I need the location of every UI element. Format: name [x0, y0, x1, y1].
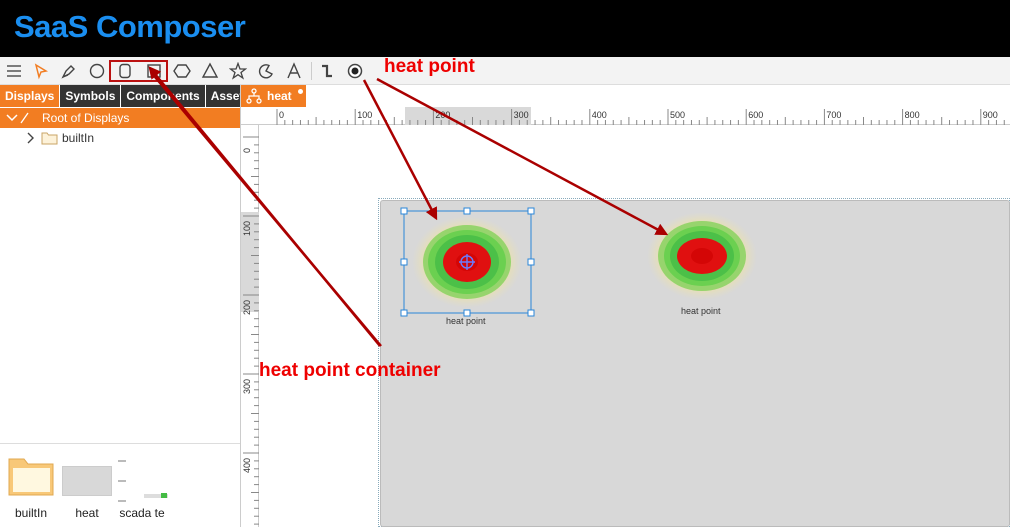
tab-displays[interactable]: Displays [0, 85, 61, 107]
star-icon[interactable] [227, 61, 249, 81]
sidebar-tabs: Displays Symbols Components Assets [0, 85, 256, 107]
vertical-ruler: 0 100 200 300 400 [241, 125, 259, 527]
thumbnail-builtin[interactable]: builtIn [8, 454, 54, 520]
ruler-label: 100 [357, 110, 373, 120]
ruler-label: 700 [826, 110, 842, 120]
ruler-label: 500 [670, 110, 686, 120]
ruler-label: 200 [242, 299, 252, 315]
thumbnail-label: scada te [119, 506, 165, 520]
app-title: SaaS Composer [14, 9, 246, 44]
horizontal-ruler: 0 100 200 300 400 500 600 700 800 900 [241, 107, 1010, 125]
unsaved-dot [298, 89, 303, 94]
app-window: SaaS Composer heat point Displays Symbol… [0, 0, 1010, 527]
thumbnail-preview [118, 460, 168, 502]
ruler-label: 200 [435, 110, 451, 120]
shape-tools-highlight [109, 60, 168, 82]
tree-root-row[interactable]: Root of Displays [0, 108, 240, 128]
tree-item[interactable]: builtIn [0, 129, 240, 147]
text-icon[interactable] [283, 61, 305, 81]
thumbnail-heat[interactable]: heat [62, 454, 112, 520]
ruler-label: 900 [982, 110, 998, 120]
ruler-label: 0 [242, 147, 252, 153]
ruler-label: 300 [513, 110, 529, 120]
tab-symbols[interactable]: Symbols [60, 85, 122, 107]
toolbar-separator [311, 62, 312, 80]
heat-point-label: heat point [681, 306, 721, 316]
hexagon-icon[interactable] [171, 61, 193, 81]
circle-icon[interactable] [86, 61, 108, 81]
thumbnail-label: heat [75, 506, 99, 520]
tab-components[interactable]: Components [121, 85, 206, 107]
display-thumbnails: builtIn heat scada te [0, 443, 240, 527]
app-header: SaaS Composer [0, 0, 1010, 57]
connector-icon[interactable] [316, 61, 338, 81]
arc-icon[interactable] [255, 61, 277, 81]
thumbnail-preview [62, 466, 112, 496]
menu-icon[interactable] [3, 61, 25, 81]
folder-icon [8, 458, 54, 496]
folder-icon [41, 131, 58, 150]
chevron-right-icon[interactable] [25, 129, 37, 152]
tree-root-label: Root of Displays [42, 111, 130, 125]
pointer-icon[interactable] [30, 61, 52, 81]
heat-point-label: heat point [446, 316, 486, 326]
file-tab-heat[interactable]: heat [241, 85, 306, 107]
ruler-label: 0 [279, 110, 285, 120]
thumbnail-label: builtIn [14, 506, 48, 520]
ruler-label: 800 [904, 110, 920, 120]
heat-point-icon[interactable] [344, 61, 366, 81]
tree-item-label: builtIn [62, 131, 95, 145]
pen-icon[interactable] [58, 61, 80, 81]
ruler-label: 400 [591, 110, 607, 120]
heat-point-container-annotation: heat point container [259, 360, 441, 381]
file-tab-label: heat [267, 89, 292, 103]
ruler-label: 100 [242, 220, 252, 236]
ruler-label: 300 [242, 378, 252, 394]
triangle-icon[interactable] [199, 61, 221, 81]
ruler-label: 400 [242, 457, 252, 473]
thumbnail-scada[interactable]: scada te [116, 454, 172, 520]
heat-point-container[interactable] [380, 200, 1010, 527]
drawing-toolbar [0, 57, 1010, 85]
ruler-label: 600 [748, 110, 764, 120]
heat-point-annotation: heat point [384, 56, 475, 77]
